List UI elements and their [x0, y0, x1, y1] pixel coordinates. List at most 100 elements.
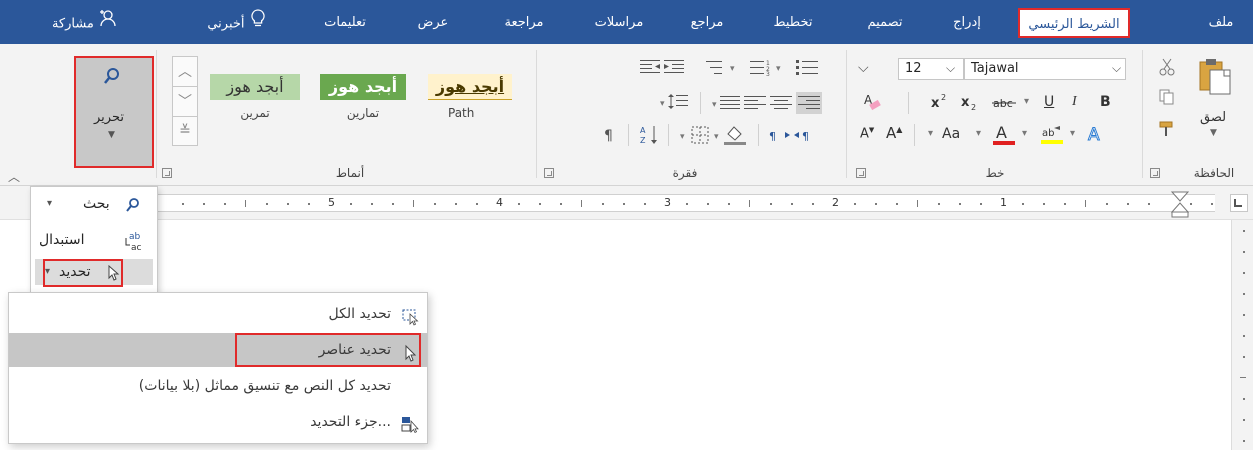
- tab-references[interactable]: مراجع: [682, 8, 732, 38]
- font-name-box[interactable]: Tajawal: [964, 58, 1126, 80]
- style-path[interactable]: أبجد هوز Path: [424, 66, 516, 134]
- chevron-down-icon[interactable]: ⌵: [1112, 61, 1121, 76]
- select-all-item[interactable]: تحديد الكل: [9, 297, 427, 331]
- chevron-down-icon[interactable]: ⌵: [858, 60, 869, 76]
- ruler-dot: [308, 203, 310, 205]
- shrink-font-button[interactable]: A▼: [860, 126, 874, 141]
- chevron-down-icon[interactable]: ⌵: [946, 61, 955, 76]
- ruler-dot: [1243, 230, 1245, 232]
- subscript-icon[interactable]: x2: [960, 94, 982, 115]
- font-color-icon[interactable]: A: [992, 122, 1016, 149]
- shading-icon[interactable]: ▾: [714, 124, 748, 149]
- tab-home[interactable]: الشريط الرئيسي: [1018, 8, 1130, 38]
- ruler-dot: [602, 203, 604, 205]
- strikethrough-icon[interactable]: abc: [992, 96, 1020, 113]
- ruler-dot: [1211, 203, 1213, 205]
- rtl-paragraph-icon[interactable]: ¶: [794, 128, 818, 147]
- find-menu-item[interactable]: ▾ بحث: [35, 191, 153, 217]
- tab-insert[interactable]: إدراج: [942, 8, 992, 38]
- tell-me-label: أخبرني: [207, 16, 245, 32]
- font-size-value: 12: [905, 61, 922, 76]
- tab-layout[interactable]: تخطيط: [762, 8, 824, 38]
- share-button[interactable]: مشاركة: [30, 8, 140, 38]
- svg-text:A: A: [996, 123, 1007, 142]
- group-divider: [156, 50, 157, 178]
- borders-icon[interactable]: ▾: [680, 126, 712, 147]
- chevron-down-icon: ▾: [47, 198, 53, 209]
- svg-text:▾: ▾: [680, 132, 685, 142]
- tab-review[interactable]: مراجعة: [492, 8, 556, 38]
- tab-help[interactable]: تعليمات: [312, 8, 378, 38]
- select-similar-text-item[interactable]: تحديد كل النص مع تنسيق مماثل (بلا بيانات…: [9, 369, 427, 403]
- show-formatting-marks-button[interactable]: ¶: [604, 128, 613, 144]
- chevron-up-icon[interactable]: ︿: [173, 57, 197, 87]
- clear-formatting-icon[interactable]: A: [862, 92, 884, 115]
- separator: [758, 124, 759, 146]
- multilevel-list-icon[interactable]: ▾: [706, 58, 740, 79]
- tab-design[interactable]: تصميم: [855, 8, 915, 38]
- ruler-dot: [896, 203, 898, 205]
- highlight-icon[interactable]: ab: [1040, 124, 1064, 149]
- ruler-dot: [959, 203, 961, 205]
- collapse-ribbon-icon[interactable]: ︿: [8, 168, 20, 185]
- style-sample: أبجد هوز: [210, 74, 300, 100]
- bold-button[interactable]: B: [1100, 94, 1111, 110]
- ribbon: لصق ▼ الحافظة Tajawal 12 ⌵ ⌵ ⌵ B I U ▾ a…: [0, 44, 1253, 186]
- paste-button[interactable]: لصق ▼: [1182, 56, 1246, 156]
- cut-icon[interactable]: [1158, 58, 1176, 79]
- chevron-down-icon[interactable]: ﹀: [173, 87, 197, 117]
- chevron-down-icon[interactable]: ▾: [1024, 96, 1029, 107]
- chevron-down-icon[interactable]: ▾: [1070, 128, 1075, 139]
- increase-indent-icon[interactable]: [664, 58, 684, 79]
- more-styles-icon[interactable]: ≚: [173, 117, 197, 145]
- indent-marker-icon[interactable]: [1170, 190, 1190, 221]
- replace-menu-item[interactable]: استبدال ab ac: [35, 227, 153, 253]
- ltr-paragraph-icon[interactable]: ¶: [768, 128, 792, 147]
- format-painter-icon[interactable]: [1158, 120, 1176, 141]
- tab-mailings[interactable]: مراسلات: [582, 8, 656, 38]
- paragraph-dialog-launcher[interactable]: [544, 168, 554, 178]
- selection-pane-item[interactable]: جزء التحديد...: [9, 405, 427, 439]
- copy-icon[interactable]: [1158, 88, 1176, 109]
- text-effects-icon[interactable]: A: [1086, 124, 1106, 147]
- tab-selector[interactable]: [1230, 194, 1248, 212]
- highlight-box: [74, 56, 154, 168]
- search-icon: [125, 196, 141, 222]
- lightbulb-icon: [249, 8, 267, 40]
- line-spacing-icon[interactable]: ▾: [660, 92, 690, 115]
- underline-button[interactable]: U: [1044, 94, 1054, 110]
- tab-file[interactable]: ملف: [1196, 8, 1246, 38]
- chevron-down-icon[interactable]: ▾: [928, 128, 933, 139]
- sort-icon[interactable]: AZ: [640, 124, 660, 149]
- ruler-dot: [1243, 419, 1245, 421]
- chevron-down-icon[interactable]: ▾: [1022, 128, 1027, 139]
- style-tamreen[interactable]: أبجد هوز تمرين: [206, 66, 304, 134]
- separator: [668, 124, 669, 146]
- styles-dialog-launcher[interactable]: [162, 168, 172, 178]
- font-dialog-launcher[interactable]: [856, 168, 866, 178]
- ruler-dot: [203, 203, 205, 205]
- align-center-icon[interactable]: [770, 94, 792, 115]
- numbering-icon[interactable]: 1 2 3 ▾: [750, 58, 784, 79]
- ruler-tick: [413, 200, 414, 207]
- clipboard-dialog-launcher[interactable]: [1150, 168, 1160, 178]
- select-all-label: تحديد الكل: [328, 306, 391, 322]
- bullets-icon[interactable]: [796, 58, 820, 79]
- justify-icon[interactable]: ▾: [712, 94, 740, 115]
- align-right-icon[interactable]: [796, 92, 822, 114]
- tab-view[interactable]: عرض: [408, 8, 458, 38]
- grow-font-button[interactable]: A▲: [886, 124, 902, 142]
- select-similar-label: تحديد كل النص مع تنسيق مماثل (بلا بيانات…: [138, 378, 391, 394]
- chevron-down-icon[interactable]: ▾: [976, 128, 981, 139]
- style-tamarin[interactable]: أبجد هوز تمارين: [316, 66, 410, 134]
- italic-button[interactable]: I: [1072, 94, 1077, 110]
- change-case-button[interactable]: Aa: [942, 126, 960, 142]
- decrease-indent-icon[interactable]: [640, 58, 660, 79]
- tell-me-box[interactable]: أخبرني: [192, 8, 282, 38]
- svg-text:▾: ▾: [730, 64, 735, 74]
- highlight-box: [235, 333, 421, 367]
- font-group-label: خط: [985, 166, 1005, 180]
- superscript-icon[interactable]: x2: [930, 92, 952, 113]
- ruler-dot: [1243, 272, 1245, 274]
- align-left-icon[interactable]: [744, 94, 766, 115]
